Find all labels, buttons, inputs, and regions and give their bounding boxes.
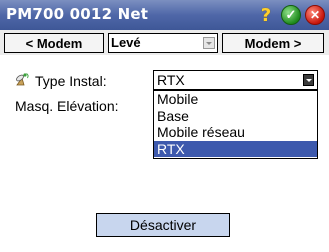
next-modem-button[interactable]: Modem > xyxy=(222,33,324,53)
window-title: PM700 0012 Net xyxy=(6,5,149,23)
type-instal-select[interactable]: RTX xyxy=(153,70,318,90)
chevron-down-icon[interactable] xyxy=(303,74,314,86)
type-instal-value: RTX xyxy=(157,72,185,88)
option-mobile[interactable]: Mobile xyxy=(154,91,317,108)
help-icon[interactable]: ? xyxy=(256,5,276,26)
elevation-mask-label: Masq. Elévation: xyxy=(15,98,119,114)
deactivate-button[interactable]: Désactiver xyxy=(96,213,230,237)
mode-select[interactable]: Levé xyxy=(108,33,218,53)
option-mobile-reseau[interactable]: Mobile réseau xyxy=(154,124,317,141)
satellite-antenna-icon xyxy=(16,73,29,86)
close-icon[interactable]: ✕ xyxy=(305,5,325,25)
nav-bar: < Modem Levé Modem > xyxy=(0,30,329,55)
option-base[interactable]: Base xyxy=(154,108,317,125)
option-rtx[interactable]: RTX xyxy=(154,140,317,157)
mode-select-value: Levé xyxy=(111,35,141,50)
type-instal-label: Type Instal: xyxy=(35,73,107,89)
ok-icon[interactable]: ✓ xyxy=(281,5,301,25)
prev-modem-button[interactable]: < Modem xyxy=(4,33,104,53)
title-bar: PM700 0012 Net ? ✓ ✕ xyxy=(0,0,329,30)
chevron-down-icon[interactable] xyxy=(203,37,215,49)
type-instal-options: Mobile Base Mobile réseau RTX xyxy=(153,90,318,159)
